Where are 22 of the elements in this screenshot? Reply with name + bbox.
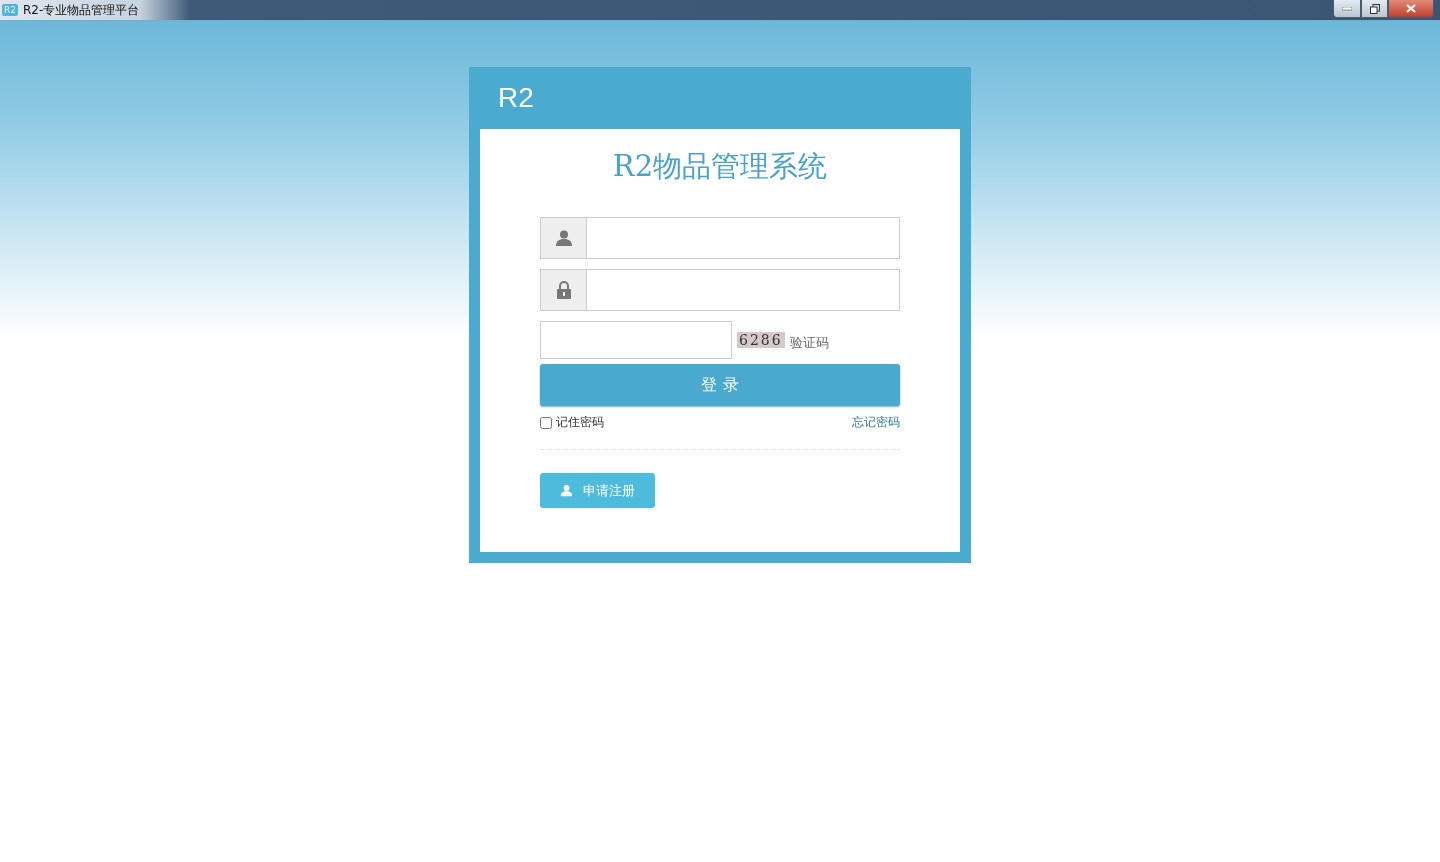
close-button[interactable] xyxy=(1388,0,1434,18)
remember-label: 记住密码 xyxy=(556,414,604,431)
captcha-field[interactable] xyxy=(540,321,732,359)
maximize-button[interactable] xyxy=(1361,0,1388,18)
restore-icon xyxy=(1369,3,1380,14)
close-icon xyxy=(1406,4,1416,13)
user-icon xyxy=(554,229,573,247)
captcha-label: 验证码 xyxy=(789,334,829,352)
app-logo: R2 xyxy=(2,4,18,16)
user-icon xyxy=(560,484,573,497)
window-title: R2-专业物品管理平台 xyxy=(23,1,140,19)
password-field[interactable] xyxy=(540,269,900,311)
minimize-icon xyxy=(1342,6,1352,11)
username-field[interactable] xyxy=(540,217,900,259)
login-button[interactable]: 登 录 xyxy=(540,364,900,406)
minimize-button[interactable] xyxy=(1333,0,1361,18)
forgot-password-link[interactable]: 忘记密码 xyxy=(852,414,900,431)
brand-logo: R2 xyxy=(498,82,534,114)
captcha-image[interactable]: 6286 xyxy=(737,332,785,348)
system-heading: R2物品管理系统 xyxy=(612,148,828,185)
remember-checkbox[interactable] xyxy=(540,416,552,429)
lock-icon xyxy=(555,281,572,299)
